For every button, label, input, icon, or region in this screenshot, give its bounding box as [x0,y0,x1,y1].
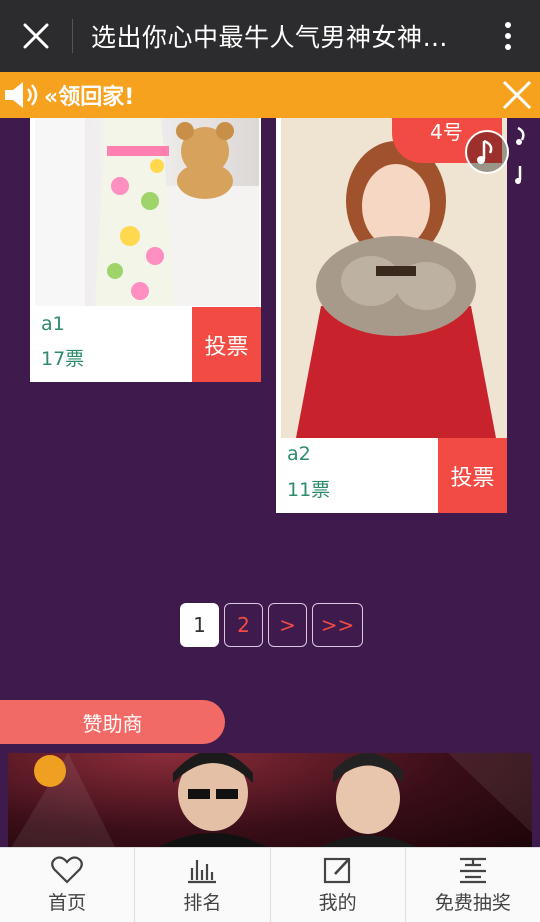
more-vertical-icon [505,22,511,50]
nav-ranking-label: 排名 [183,891,222,914]
contestant-votes: 11票 [287,479,331,501]
page-2-button[interactable]: 2 [224,603,263,647]
next-page-button[interactable]: > [268,603,307,647]
vote-button[interactable]: 投票 [192,307,261,382]
contestant-name: a2 [287,443,311,465]
close-icon [23,23,49,49]
music-toggle-button[interactable] [465,130,509,174]
edit-icon [323,857,350,883]
contestant-name: a1 [41,313,65,335]
nav-mine[interactable]: 我的 [271,848,406,922]
speaker-icon [0,72,44,118]
close-icon [502,80,532,110]
sponsor-label: 赞助商 [0,700,225,744]
page-1-button[interactable]: 1 [180,603,219,647]
page-title: 选出你心中最牛人气男神女神… [91,23,449,52]
bar-chart-icon [188,859,217,883]
more-menu-button[interactable] [476,0,540,72]
nav-home[interactable]: 首页 [0,848,136,922]
nav-home-label: 首页 [48,891,87,914]
nav-lottery[interactable]: 免费抽奖 [406,848,540,922]
contestant-card-a1[interactable]: a1 17票 投票 [30,106,261,382]
nav-ranking[interactable]: 排名 [135,848,271,922]
contestant-photo[interactable] [35,106,259,306]
vote-button[interactable]: 投票 [438,438,507,513]
pagination: 1 2 > >> [180,603,363,647]
close-button[interactable] [0,0,72,72]
music-note-icon [477,139,493,164]
nav-mine-label: 我的 [318,891,357,914]
nav-lottery-label: 免费抽奖 [434,891,511,914]
lottery-icon [459,857,486,883]
bottom-navigation: 首页 排名 我的 免费抽奖 [0,847,540,922]
contestant-votes: 17票 [41,348,85,370]
banner-close-button[interactable] [500,78,534,112]
last-page-button[interactable]: >> [312,603,363,647]
banner-text: «领回家! [44,85,135,110]
title-bar: 选出你心中最牛人气男神女神… [0,0,540,72]
announcement-banner[interactable]: «领回家! [0,72,540,118]
heart-icon [51,855,83,884]
sponsor-image[interactable] [8,753,532,853]
floating-note-icon [515,126,525,184]
